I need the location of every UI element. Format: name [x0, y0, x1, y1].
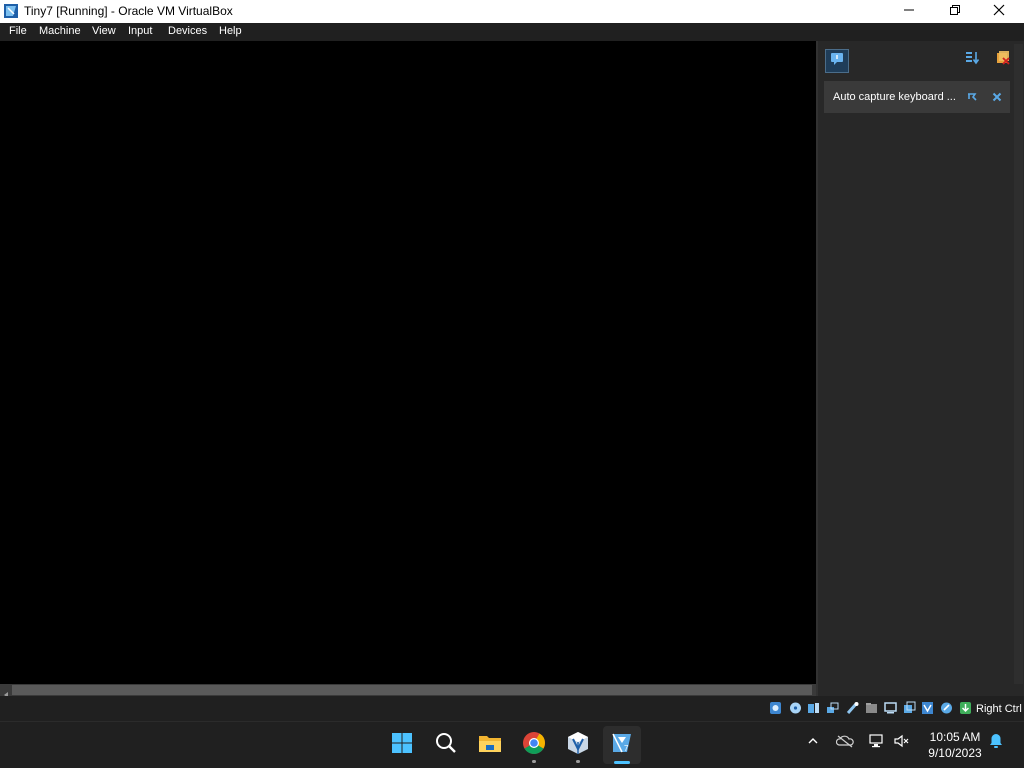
menu-machine[interactable]: Machine — [39, 25, 81, 37]
clock-date[interactable]: 9/10/2023 — [920, 746, 990, 760]
svg-text:7: 7 — [624, 744, 629, 753]
clock-time[interactable]: 10:05 AM — [920, 730, 990, 744]
taskbar: 7 10:05 AM 9/10/2023 — [0, 721, 1024, 768]
onedrive-button[interactable] — [834, 732, 856, 754]
virtualbox-vm-app-icon — [3, 3, 19, 19]
audio-icon[interactable] — [807, 701, 820, 715]
usb-icon[interactable] — [846, 701, 859, 715]
menu-help[interactable]: Help — [219, 25, 242, 37]
chrome-icon — [522, 731, 546, 760]
keyboard-capture-icon[interactable] — [959, 701, 972, 715]
pin-icon[interactable] — [966, 90, 980, 104]
hard-disk-icon[interactable] — [769, 701, 782, 715]
clear-all-button[interactable] — [992, 49, 1014, 71]
host-key-label: Right Ctrl — [976, 703, 1022, 715]
status-bar: Right Ctrl — [0, 696, 1024, 721]
file-explorer-icon — [478, 732, 502, 759]
clear-all-icon — [995, 50, 1011, 71]
menu-input[interactable]: Input — [128, 25, 152, 37]
menu-view[interactable]: View — [92, 25, 116, 37]
network-icon — [868, 733, 886, 754]
close-icon[interactable] — [991, 90, 1005, 104]
notification-item[interactable]: Auto capture keyboard ... — [824, 81, 1010, 113]
minimize-button[interactable] — [886, 0, 932, 23]
notification-text: Auto capture keyboard ... — [833, 91, 956, 103]
bell-icon — [988, 733, 1004, 754]
sort-icon — [965, 50, 981, 71]
title-bar: Tiny7 [Running] - Oracle VM VirtualBox — [0, 0, 1024, 23]
close-icon — [993, 3, 1005, 21]
shared-folders-icon[interactable] — [865, 701, 878, 715]
onedrive-icon — [835, 734, 854, 753]
mouse-integration-icon[interactable] — [940, 701, 953, 715]
running-indicator — [532, 760, 536, 763]
display-icon[interactable] — [884, 701, 897, 715]
network-status-button[interactable] — [866, 732, 888, 754]
volume-button[interactable] — [891, 732, 913, 754]
start-button[interactable] — [383, 726, 421, 764]
virtualbox-vm-icon: 7 — [610, 731, 634, 760]
scroll-thumb[interactable] — [12, 685, 812, 695]
start-icon — [391, 732, 413, 759]
virtualbox-vm-button[interactable]: 7 — [603, 726, 641, 764]
notification-center-panel: Auto capture keyboard ... — [816, 41, 1024, 696]
cpu-icon[interactable] — [921, 701, 934, 715]
menu-bar: File Machine View Input Devices Help — [0, 23, 1024, 41]
sort-button[interactable] — [962, 49, 984, 71]
search-button[interactable] — [427, 726, 465, 764]
optical-drive-icon[interactable] — [789, 701, 802, 715]
volume-muted-icon — [893, 733, 911, 754]
menu-devices[interactable]: Devices — [168, 25, 207, 37]
chevron-up-icon — [807, 734, 819, 752]
minimize-icon — [903, 3, 915, 21]
vm-display[interactable] — [0, 41, 816, 684]
chrome-button[interactable] — [515, 726, 553, 764]
message-icon — [830, 52, 844, 71]
message-toggle-button[interactable] — [825, 49, 849, 73]
file-explorer-button[interactable] — [471, 726, 509, 764]
horizontal-scrollbar[interactable] — [0, 684, 816, 698]
virtualbox-manager-button[interactable] — [559, 726, 597, 764]
running-indicator — [576, 760, 580, 763]
search-icon — [435, 732, 457, 759]
panel-scrollbar[interactable] — [1014, 44, 1023, 684]
virtualbox-manager-icon — [566, 731, 590, 760]
close-button[interactable] — [976, 0, 1022, 23]
show-hidden-icons-button[interactable] — [802, 732, 824, 754]
network-icon[interactable] — [826, 701, 839, 715]
menu-file[interactable]: File — [9, 25, 27, 37]
maximize-button[interactable] — [932, 0, 978, 23]
active-indicator — [614, 761, 630, 764]
restore-icon — [949, 3, 961, 21]
window-title: Tiny7 [Running] - Oracle VM VirtualBox — [24, 4, 233, 18]
recording-icon[interactable] — [903, 701, 916, 715]
notifications-button[interactable] — [985, 732, 1007, 754]
